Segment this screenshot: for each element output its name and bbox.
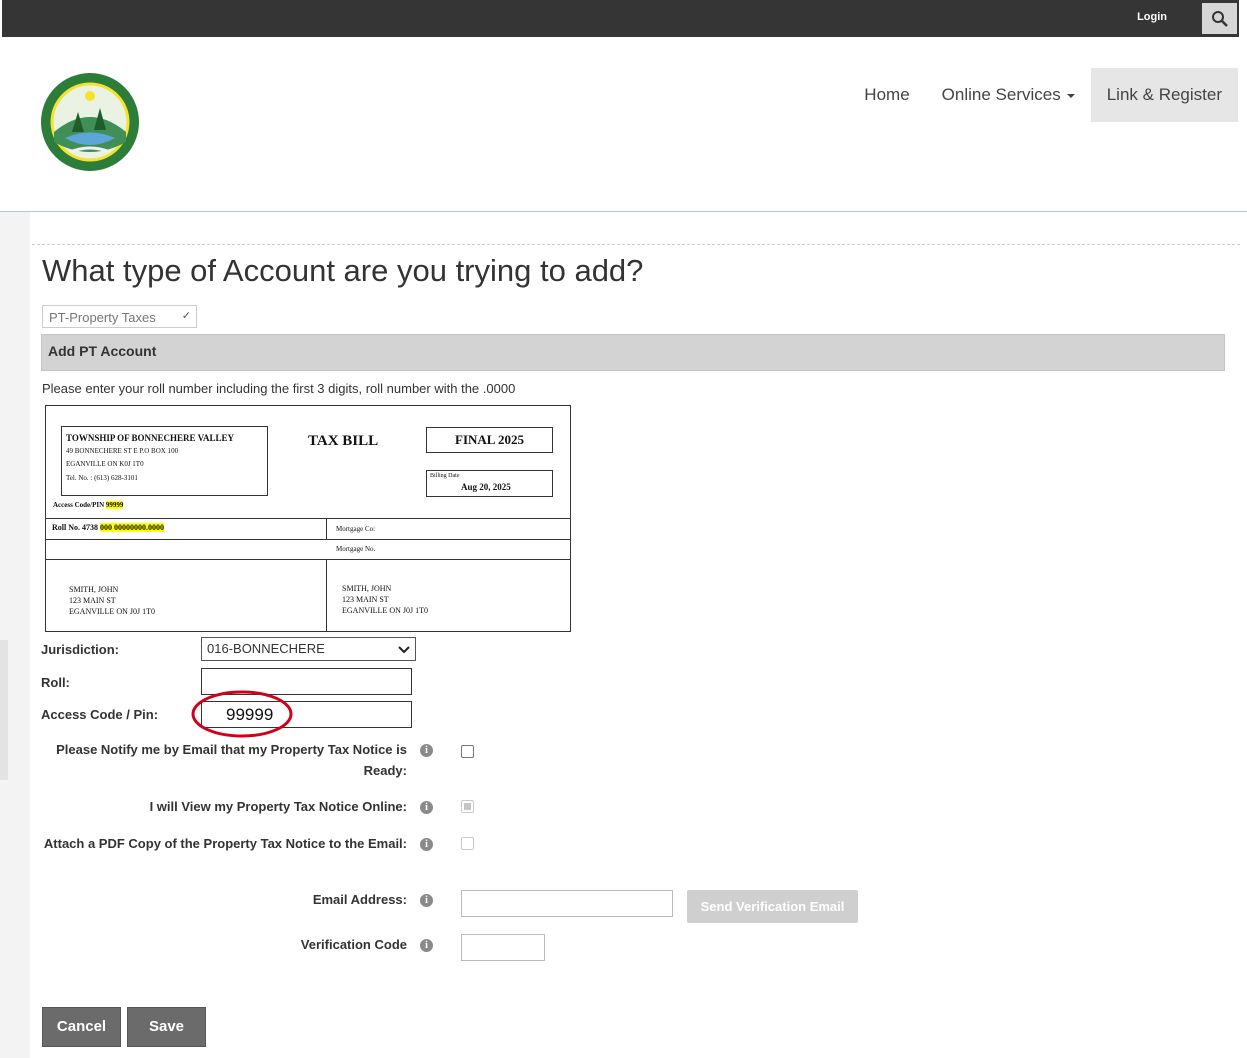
nav-online-services-label: Online Services	[941, 85, 1061, 104]
info-icon[interactable]: i	[420, 894, 433, 907]
bill-rule	[46, 539, 570, 540]
bill-rule	[46, 559, 570, 560]
bill-roll: Roll No. 4738 000 00000000.0000	[52, 523, 164, 532]
search-icon	[1212, 11, 1228, 27]
nav-link-register[interactable]: Link & Register	[1090, 68, 1238, 122]
account-type-select[interactable]: PT-Property Taxes ✓	[42, 305, 197, 328]
info-icon[interactable]: i	[420, 801, 433, 814]
bill-rule	[46, 518, 570, 519]
bill-org: TOWNSHIP OF BONNECHERE VALLEY	[66, 433, 234, 443]
bill-status: FINAL 2025	[426, 427, 553, 453]
bill-access: Access Code/PIN 99999	[53, 501, 124, 509]
dashed-divider	[32, 244, 1240, 245]
bill-access-label: Access Code/PIN	[53, 501, 105, 509]
section-header: Add PT Account	[41, 334, 1225, 371]
notify-checkbox[interactable]	[461, 745, 474, 758]
bill-roll-label: Roll No. 4738	[52, 523, 98, 532]
verification-label: Verification Code	[300, 937, 407, 952]
left-gutter-shadow	[0, 640, 8, 780]
email-input[interactable]	[461, 890, 673, 917]
bill-owner-street: 123 MAIN ST	[69, 596, 116, 605]
bill-owner-city: EGANVILLE ON J0J 1T0	[69, 607, 155, 616]
notify-label: Please Notify me by Email that my Proper…	[56, 742, 407, 778]
bill-date-label: Billing Date	[430, 473, 460, 479]
bill-date: Aug 20, 2025	[461, 482, 511, 492]
bill-mailing-block: SMITH, JOHN 123 MAIN ST EGANVILLE ON J0J…	[342, 583, 428, 616]
sample-tax-bill: TOWNSHIP OF BONNECHERE VALLEY 49 BONNECH…	[45, 405, 571, 632]
jurisdiction-value: 016-BONNECHERE	[207, 641, 325, 656]
search-button[interactable]	[1202, 3, 1237, 34]
main-nav: Home Online Services Link & Register	[848, 68, 1238, 122]
nav-home-label: Home	[864, 85, 910, 104]
roll-instructions: Please enter your roll number including …	[42, 381, 516, 396]
view-online-label: I will View my Property Tax Notice Onlin…	[149, 799, 407, 814]
bill-tel: Tel. No. : (613) 628-3101	[66, 474, 138, 482]
bill-addr2: EGANVILLE ON K0J 1T0	[66, 460, 144, 468]
header-divider	[0, 211, 1247, 212]
caret-down-icon	[1066, 93, 1075, 98]
bill-access-value: 99999	[105, 501, 124, 509]
left-gutter	[0, 212, 30, 1058]
bill-rule	[326, 518, 327, 539]
cancel-button[interactable]: Cancel	[42, 1007, 121, 1047]
highlight-circle	[191, 690, 293, 738]
bill-title: TAX BILL	[308, 433, 379, 449]
bill-mailing-street: 123 MAIN ST	[342, 595, 389, 604]
chevron-down-icon: ✓	[181, 310, 191, 322]
township-seal-icon	[41, 73, 139, 171]
bill-rule	[326, 559, 327, 631]
jurisdiction-label: Jurisdiction:	[41, 642, 120, 657]
info-icon[interactable]: i	[420, 744, 433, 757]
roll-label: Roll:	[41, 675, 70, 690]
account-type-value: PT-Property Taxes	[49, 310, 156, 325]
bill-owner-block: SMITH, JOHN 123 MAIN ST EGANVILLE ON J0J…	[69, 584, 155, 617]
chevron-down-icon	[398, 646, 410, 654]
login-link[interactable]: Login	[1137, 11, 1167, 23]
info-icon[interactable]: i	[420, 939, 433, 952]
township-logo[interactable]	[40, 72, 140, 172]
attach-pdf-checkbox[interactable]	[461, 837, 474, 850]
access-code-label: Access Code / Pin:	[41, 707, 159, 722]
jurisdiction-select[interactable]: 016-BONNECHERE	[201, 637, 416, 661]
bill-mortgage-no: Mortgage No.	[336, 545, 376, 553]
bill-owner-name: SMITH, JOHN	[69, 585, 119, 594]
nav-online-services[interactable]: Online Services	[926, 68, 1091, 122]
email-label: Email Address:	[312, 892, 407, 907]
nav-home[interactable]: Home	[848, 68, 925, 122]
view-online-checkbox[interactable]	[461, 800, 474, 813]
bill-mortgage-co: Mortgage Co:	[336, 525, 376, 533]
verification-input[interactable]	[461, 934, 545, 961]
info-icon[interactable]: i	[420, 838, 433, 851]
bill-addr1: 49 BONNECHERE ST E P.O BOX 100	[66, 447, 179, 455]
nav-link-register-label: Link & Register	[1106, 85, 1222, 104]
bill-mailing-name: SMITH, JOHN	[342, 584, 392, 593]
bill-roll-value: 000 00000000.0000	[100, 523, 164, 532]
bill-mailing-city: EGANVILLE ON J0J 1T0	[342, 606, 428, 615]
save-button[interactable]: Save	[127, 1007, 206, 1047]
page-title: What type of Account are you trying to a…	[42, 253, 644, 288]
send-verification-button[interactable]: Send Verification Email	[687, 890, 858, 923]
top-bar: Login	[2, 0, 1239, 37]
attach-pdf-label: Attach a PDF Copy of the Property Tax No…	[43, 836, 407, 851]
